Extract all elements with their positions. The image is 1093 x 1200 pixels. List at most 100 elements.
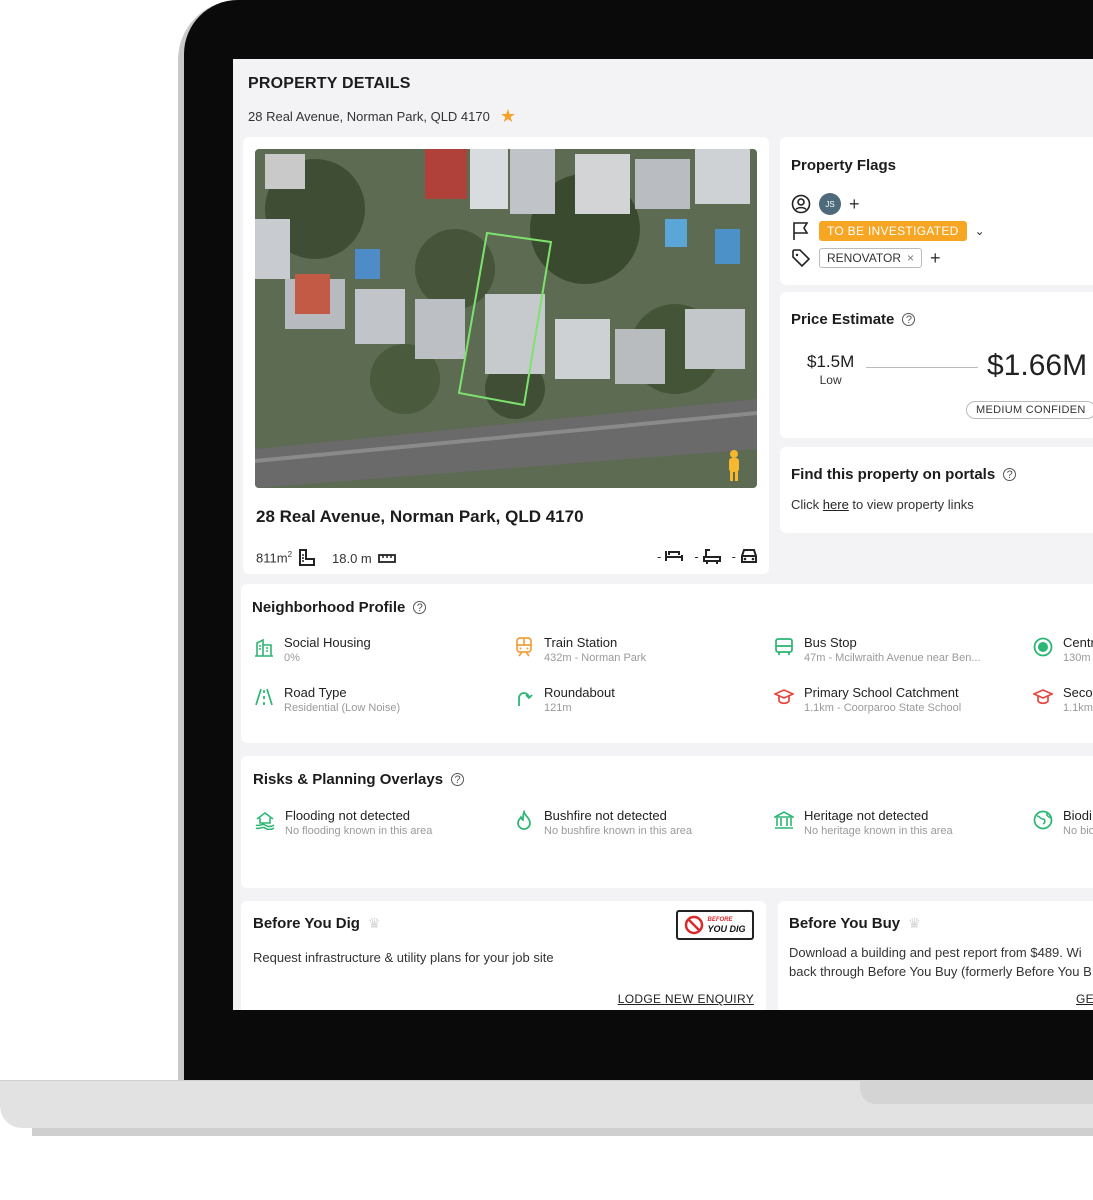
price-low-value: $1.5M (807, 352, 855, 371)
info-label: Bushfire not detected (544, 808, 667, 823)
info-sub: 432m - Norman Park (544, 652, 647, 664)
neighborhood-heading: Neighborhood Profile ? (252, 599, 427, 616)
flood-icon (255, 812, 275, 830)
flag-icon (793, 222, 809, 240)
before-you-dig-logo: BEFORE YOU DIG (676, 910, 754, 940)
info-label: Train Station (544, 635, 618, 650)
info-primary-school: Primary School Catchment 1.1km - Coorparo… (774, 685, 961, 714)
info-label: Roundabout (544, 685, 615, 700)
info-label: Road Type (284, 685, 347, 700)
risks-card: Risks & Planning Overlays ? Flooding not… (241, 756, 1093, 888)
price-range-line (866, 367, 978, 368)
add-assignee-button[interactable]: + (849, 195, 860, 213)
target-icon (1033, 637, 1053, 657)
subtitle-address: 28 Real Avenue, Norman Park, QLD 4170 (248, 108, 490, 124)
info-sub: No flooding known in this area (285, 825, 433, 837)
portals-text-after: to view property links (848, 497, 974, 512)
info-secondary-school: Secor 1.1km (1033, 685, 1093, 714)
property-features: - - - (657, 547, 759, 565)
school-icon (1033, 689, 1053, 705)
risks-heading-label: Risks & Planning Overlays (253, 771, 444, 788)
risk-biodiversity: Biodi No bio (1033, 808, 1093, 837)
info-bus-stop: Bus Stop 47m - Mcilwraith Avenue near Ben… (774, 635, 981, 664)
ruler-icon (377, 554, 396, 563)
info-label: Social Housing (284, 635, 371, 650)
tag-chip: RENOVATOR × (819, 248, 923, 268)
portals-text-before: Click (791, 497, 823, 512)
info-sub: 1.1km - Coorparoo State School (804, 702, 962, 714)
logo-text-bottom: YOU DIG (707, 924, 746, 934)
price-estimate-card: Price Estimate ? $1.5M Low $1.66M MEDIUM… (780, 292, 1093, 438)
info-road-type: Road Type Residential (Low Noise) (254, 685, 400, 714)
before-you-buy-card: Before You Buy ♛ Download a building and… (778, 901, 1093, 1010)
info-sub: 121m (544, 702, 572, 714)
get-report-link[interactable]: GE (1076, 992, 1093, 1006)
page-subtitle: 28 Real Avenue, Norman Park, QLD 4170 ★ (248, 107, 516, 125)
bedrooms-count: - (656, 548, 662, 564)
risk-bushfire: Bushfire not detected No bushfire known i… (514, 808, 692, 837)
remove-tag-icon[interactable]: × (907, 251, 914, 265)
bathrooms: - (694, 547, 721, 565)
road-icon (255, 688, 273, 706)
tag-row: RENOVATOR × + (791, 248, 941, 268)
before-you-dig-card: Before You Dig ♛ BEFORE YOU DIG Request … (241, 901, 766, 1010)
school-icon (774, 689, 794, 705)
info-train-station: Train Station 432m - Norman Park (514, 635, 646, 664)
flags-heading: Property Flags (791, 157, 897, 174)
price-estimate-value: $1.66M (987, 349, 1088, 382)
buy-description: Download a building and pest report from… (789, 943, 1092, 981)
chevron-down-icon[interactable]: ⌄ (975, 224, 985, 238)
info-sub: 0% (284, 652, 300, 664)
info-sub: No bio (1063, 825, 1093, 837)
help-icon[interactable]: ? (902, 313, 916, 326)
buy-heading: Before You Buy ♛ (789, 915, 921, 932)
bed-icon (665, 551, 684, 561)
buy-description-line1: Download a building and pest report from… (789, 945, 1082, 960)
dig-heading: Before You Dig ♛ (253, 915, 381, 932)
status-row: TO BE INVESTIGATED ⌄ (791, 221, 985, 241)
info-sub: 47m - Mcilwraith Avenue near Ben... (804, 652, 981, 664)
land-area-value: 811m (256, 550, 288, 566)
add-tag-button[interactable]: + (930, 249, 941, 267)
car-spaces: - (732, 548, 759, 564)
status-badge[interactable]: TO BE INVESTIGATED (819, 221, 967, 241)
portals-link[interactable]: here (823, 497, 849, 512)
info-label: Primary School Catchment (804, 685, 959, 700)
risk-flooding: Flooding not detected No flooding known i… (255, 808, 432, 837)
train-icon (516, 637, 532, 657)
buy-description-line2: back through Before You Buy (formerly Be… (789, 964, 1092, 979)
neighborhood-heading-label: Neighborhood Profile (252, 599, 406, 616)
info-sub: Residential (Low Noise) (284, 702, 401, 714)
help-icon[interactable]: ? (1003, 468, 1017, 481)
no-dig-icon (685, 915, 704, 935)
star-icon[interactable]: ★ (500, 107, 516, 125)
crown-icon: ♛ (367, 915, 381, 931)
property-meta: 811m2 18.0 m (256, 549, 396, 567)
lodge-enquiry-link[interactable]: LODGE NEW ENQUIRY (618, 992, 754, 1006)
info-social-housing: Social Housing 0% (254, 635, 371, 664)
info-label: Centr (1063, 635, 1093, 650)
aerial-map[interactable] (255, 149, 757, 488)
help-icon[interactable]: ? (451, 773, 465, 786)
bedrooms: - (657, 548, 684, 564)
frontage: 18.0 m (332, 550, 372, 566)
info-label: Biodi (1063, 808, 1092, 823)
info-label: Bus Stop (804, 635, 857, 650)
info-label: Heritage not detected (804, 808, 929, 823)
car-spaces-count: - (731, 548, 736, 564)
property-card: 28 Real Avenue, Norman Park, QLD 4170 81… (243, 137, 769, 574)
risks-heading: Risks & Planning Overlays ? (253, 771, 465, 788)
user-circle-icon (791, 194, 811, 214)
portals-heading-label: Find this property on portals (791, 466, 996, 483)
crown-icon: ♛ (908, 915, 921, 931)
help-icon[interactable]: ? (413, 601, 427, 614)
bus-icon (775, 638, 793, 655)
dig-description: Request infrastructure & utility plans f… (253, 950, 554, 965)
globe-icon (1033, 810, 1053, 830)
price-heading-label: Price Estimate (791, 311, 895, 328)
land-size-icon (299, 549, 316, 566)
info-label: Flooding not detected (285, 808, 411, 823)
bathrooms-count: - (694, 548, 699, 564)
tag-icon (792, 249, 811, 268)
avatar[interactable]: JS (819, 193, 841, 215)
